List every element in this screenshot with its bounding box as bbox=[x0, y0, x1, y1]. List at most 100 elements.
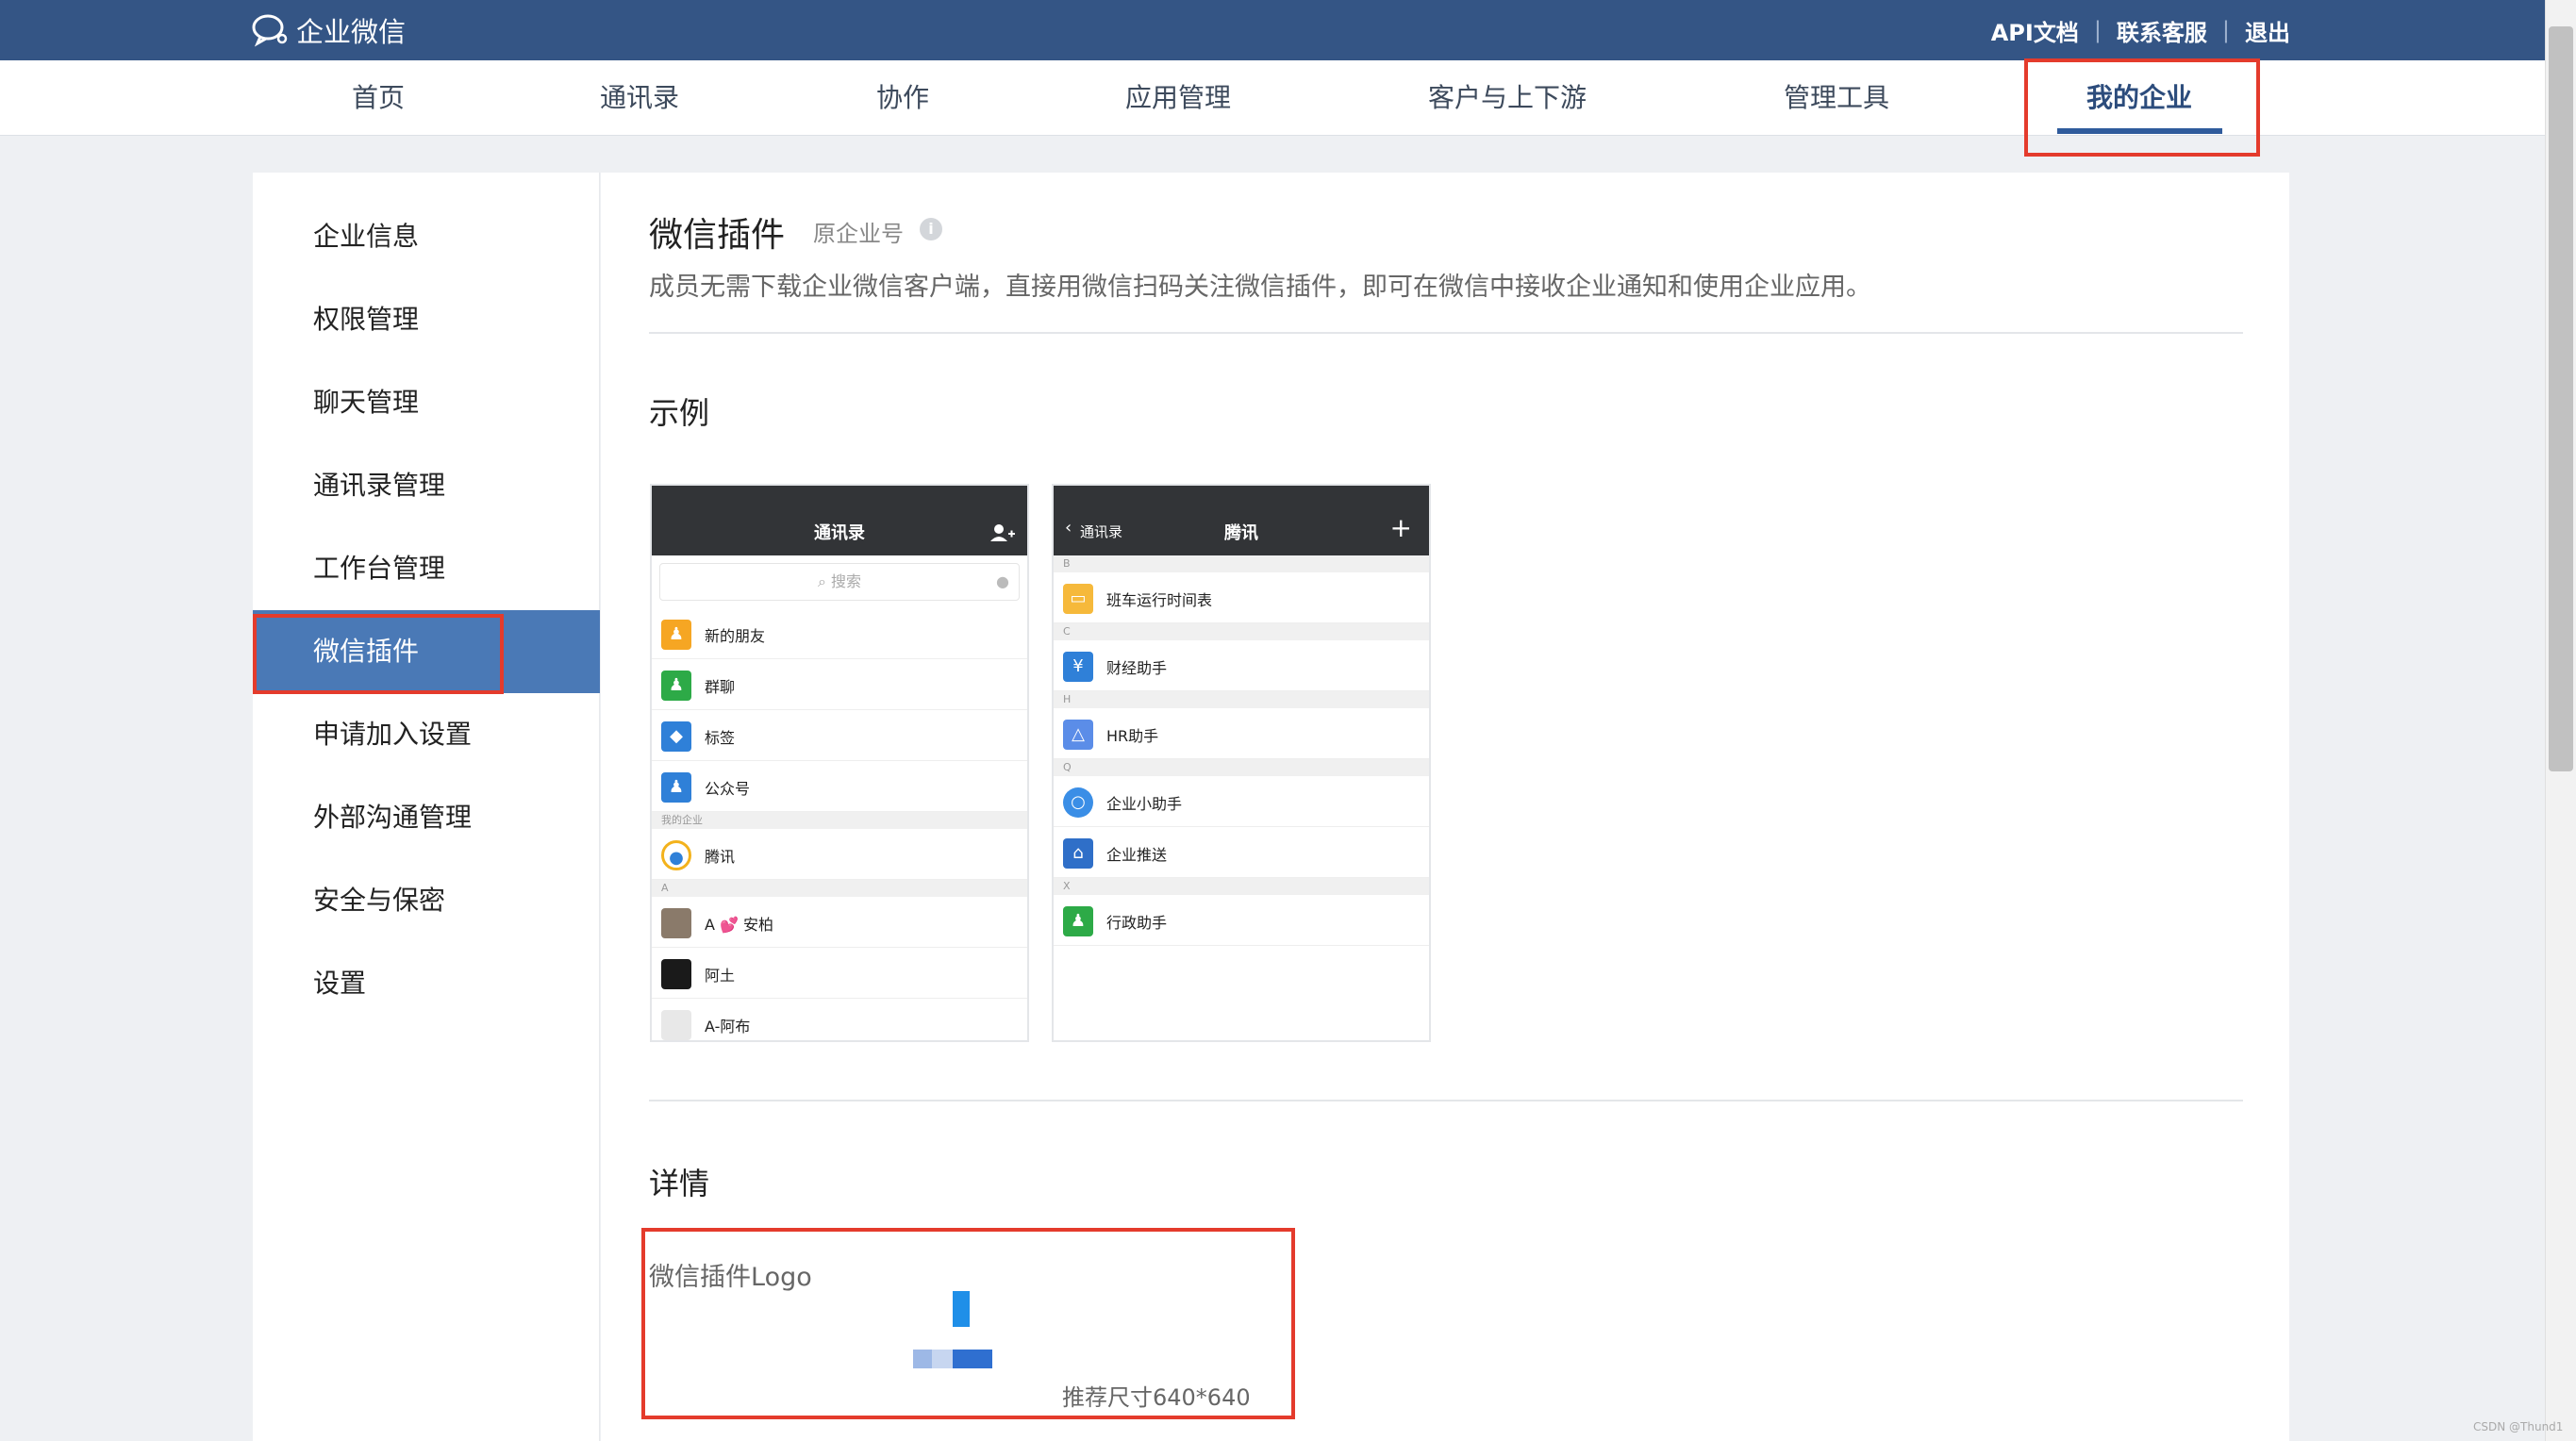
list-item-label: 阿土 bbox=[705, 967, 736, 985]
separator: | bbox=[2221, 17, 2230, 43]
avatar bbox=[661, 908, 691, 938]
official-account-icon: ♟ bbox=[661, 772, 691, 803]
detail-title: 详情 bbox=[649, 1166, 710, 1201]
hr-icon: △ bbox=[1063, 720, 1093, 750]
list-item-label: A 💕 安柏 bbox=[705, 916, 774, 934]
brand-logo[interactable]: 企业微信 bbox=[251, 9, 406, 51]
sidebar-item-security[interactable]: 安全与保密 bbox=[253, 859, 600, 942]
list-item: ♟ 公众号 bbox=[652, 761, 1027, 812]
sidebar-item-external[interactable]: 外部沟通管理 bbox=[253, 776, 600, 859]
example-title: 示例 bbox=[649, 395, 710, 431]
phone-header: 通讯录 bbox=[652, 486, 1027, 555]
list-item: ⌂ 企业推送 bbox=[1054, 827, 1429, 878]
list-item: ♟ 行政助手 bbox=[1054, 895, 1429, 946]
sidebar-item-settings[interactable]: 设置 bbox=[253, 942, 600, 1025]
avatar bbox=[661, 1010, 691, 1040]
brand-name: 企业微信 bbox=[296, 16, 407, 48]
tencent-icon: ● bbox=[661, 840, 691, 870]
list-item-label: 企业小助手 bbox=[1106, 795, 1183, 813]
watermark: CSDN @Thund1 bbox=[2473, 1420, 2564, 1433]
list-item-label: 腾讯 bbox=[705, 848, 736, 866]
top-bar: 企业微信 API文档 | 联系客服 | 退出 bbox=[0, 0, 2576, 60]
support-link[interactable]: 联系客服 bbox=[2117, 14, 2207, 47]
phone-header: ‹ 通讯录 腾讯 + bbox=[1054, 486, 1429, 555]
avatar bbox=[661, 959, 691, 989]
search-placeholder: 搜索 bbox=[831, 572, 862, 590]
section-header: A bbox=[652, 880, 1027, 897]
nav-tools[interactable]: 管理工具 bbox=[1784, 60, 1889, 136]
sidebar-item-workbench[interactable]: 工作台管理 bbox=[253, 527, 600, 610]
bus-schedule-icon: ▭ bbox=[1063, 584, 1093, 614]
list-item-label: 群聊 bbox=[705, 678, 736, 696]
divider bbox=[649, 1100, 2243, 1101]
group-chat-icon: ♟ bbox=[661, 671, 691, 701]
info-icon[interactable]: i bbox=[920, 218, 942, 240]
list-item: 阿土 bbox=[652, 948, 1027, 999]
list-item-label: 企业推送 bbox=[1106, 846, 1168, 864]
nav-collab[interactable]: 协作 bbox=[876, 60, 929, 136]
section-header: H bbox=[1054, 691, 1429, 708]
list-item: A-阿布 bbox=[652, 999, 1027, 1040]
new-friends-icon: ♟ bbox=[661, 620, 691, 650]
mic-icon: ● bbox=[996, 572, 1009, 590]
tag-icon: ◆ bbox=[661, 721, 691, 752]
sidebar-item-contacts[interactable]: 通讯录管理 bbox=[253, 444, 600, 527]
list-item: ● 腾讯 bbox=[652, 829, 1027, 880]
section-header: C bbox=[1054, 623, 1429, 640]
nav-home[interactable]: 首页 bbox=[352, 60, 405, 136]
list-item: ♟ 群聊 bbox=[652, 659, 1027, 710]
api-docs-link[interactable]: API文档 bbox=[1991, 14, 2079, 47]
list-item-label: 财经助手 bbox=[1106, 659, 1168, 677]
list-item: ○ 企业小助手 bbox=[1054, 776, 1429, 827]
list-item: ◆ 标签 bbox=[652, 710, 1027, 761]
phone-search: ⌕ 搜索 ● bbox=[659, 563, 1020, 601]
nav-contacts[interactable]: 通讯录 bbox=[600, 60, 679, 136]
sidebar-item-join-settings[interactable]: 申请加入设置 bbox=[253, 693, 600, 776]
list-item: A 💕 安柏 bbox=[652, 897, 1027, 948]
page-description: 成员无需下载企业微信客户端，直接用微信扫码关注微信插件，即可在微信中接收企业通知… bbox=[649, 273, 1871, 302]
phone-mock-tencent: ‹ 通讯录 腾讯 + B ▭ 班车运行时间表 C ¥ 财经助手 H △ HR助手… bbox=[1052, 484, 1431, 1042]
section-header: X bbox=[1054, 878, 1429, 895]
separator: | bbox=[2093, 17, 2102, 43]
highlight-box-sidebar bbox=[253, 614, 504, 694]
list-item: ¥ 财经助手 bbox=[1054, 640, 1429, 691]
assistant-icon: ○ bbox=[1063, 787, 1093, 818]
list-item-label: 班车运行时间表 bbox=[1106, 591, 1213, 609]
admin-icon: ♟ bbox=[1063, 906, 1093, 936]
logout-link[interactable]: 退出 bbox=[2245, 14, 2290, 47]
section-header: Q bbox=[1054, 759, 1429, 776]
phone-title: 通讯录 bbox=[814, 523, 865, 543]
phone-title: 腾讯 bbox=[1224, 523, 1258, 543]
add-contact-icon bbox=[990, 524, 1015, 541]
list-item-label: 标签 bbox=[705, 729, 736, 747]
page-title: 微信插件 bbox=[649, 216, 786, 255]
nav-apps[interactable]: 应用管理 bbox=[1125, 60, 1231, 136]
phone-mock-contacts: 通讯录 ⌕ 搜索 ● ♟ 新的朋友 ♟ 群聊 ◆ 标签 ♟ 公众号 我的企业 ●… bbox=[650, 484, 1029, 1042]
sidebar-item-permissions[interactable]: 权限管理 bbox=[253, 278, 600, 361]
list-item-label: HR助手 bbox=[1106, 727, 1159, 745]
list-item-label: 新的朋友 bbox=[705, 627, 766, 645]
finance-icon: ¥ bbox=[1063, 652, 1093, 682]
list-item-label: 公众号 bbox=[705, 780, 751, 798]
plus-icon: + bbox=[1389, 512, 1412, 543]
sidebar-item-chat[interactable]: 聊天管理 bbox=[253, 361, 600, 444]
divider bbox=[649, 332, 2243, 334]
list-item: ▭ 班车运行时间表 bbox=[1054, 572, 1429, 623]
list-item: ♟ 新的朋友 bbox=[652, 608, 1027, 659]
list-item-label: A-阿布 bbox=[705, 1018, 751, 1035]
sidebar: 企业信息 权限管理 聊天管理 通讯录管理 工作台管理 微信插件 申请加入设置 外… bbox=[253, 173, 600, 1441]
search-icon: ⌕ bbox=[817, 572, 826, 590]
subtitle-tag: 原企业号 bbox=[813, 221, 904, 247]
section-header: B bbox=[1054, 555, 1429, 572]
section-header: 我的企业 bbox=[652, 812, 1027, 829]
nav-customers[interactable]: 客户与上下游 bbox=[1428, 60, 1587, 136]
sidebar-item-company-info[interactable]: 企业信息 bbox=[253, 195, 600, 278]
highlight-box-logo bbox=[641, 1228, 1295, 1419]
wecom-logo-icon bbox=[252, 14, 288, 47]
top-links: API文档 | 联系客服 | 退出 bbox=[1991, 13, 2290, 47]
scrollbar-thumb[interactable] bbox=[2549, 26, 2573, 771]
list-item: △ HR助手 bbox=[1054, 708, 1429, 759]
home-icon: ⌂ bbox=[1063, 838, 1093, 869]
list-item-label: 行政助手 bbox=[1106, 914, 1168, 932]
highlight-box-nav bbox=[2024, 58, 2260, 157]
